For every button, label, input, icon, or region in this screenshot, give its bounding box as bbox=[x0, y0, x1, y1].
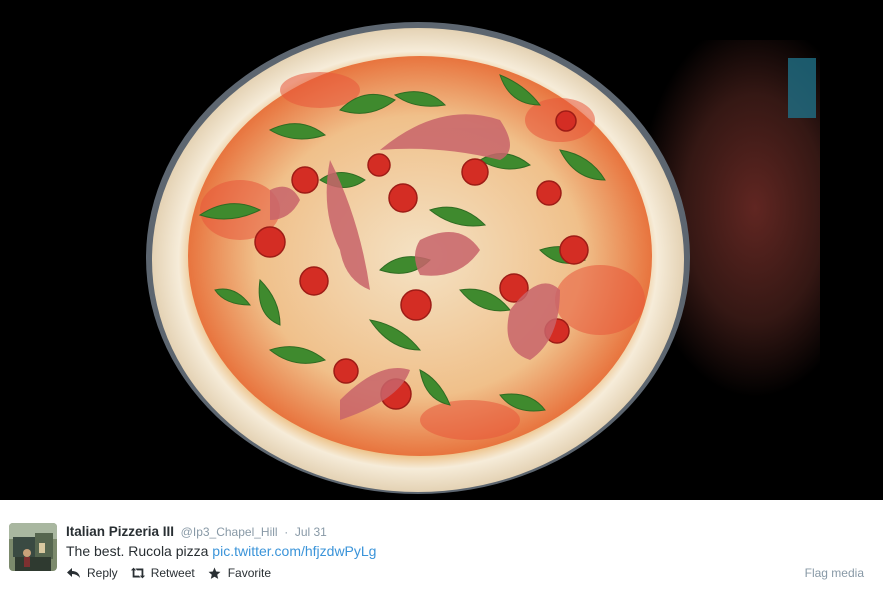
tweet-media-link[interactable]: pic.twitter.com/hfjzdwPyLg bbox=[212, 543, 376, 559]
avatar-image-icon bbox=[9, 523, 57, 571]
tweet-text-body: The best. Rucola pizza bbox=[66, 543, 213, 559]
tweet-header: Italian Pizzeria III @Ip3_Chapel_Hill · … bbox=[66, 523, 327, 541]
tweet-timestamp[interactable]: Jul 31 bbox=[295, 525, 327, 539]
favorite-label: Favorite bbox=[227, 566, 272, 580]
header-separator: · bbox=[284, 525, 289, 539]
reply-icon bbox=[66, 565, 82, 581]
tweet-actions: Reply Retweet Favorite bbox=[66, 564, 283, 582]
star-icon bbox=[207, 565, 223, 581]
retweet-label: Retweet bbox=[150, 566, 195, 580]
retweet-icon bbox=[130, 565, 146, 581]
flag-media-link[interactable]: Flag media bbox=[805, 564, 864, 582]
favorite-button[interactable]: Favorite bbox=[207, 565, 271, 581]
retweet-button[interactable]: Retweet bbox=[130, 565, 195, 581]
tweet-media-photo[interactable] bbox=[0, 0, 883, 500]
pizza-photo bbox=[0, 0, 883, 500]
reply-button[interactable]: Reply bbox=[66, 565, 118, 581]
account-fullname[interactable]: Italian Pizzeria III bbox=[66, 524, 174, 539]
tweet-text: The best. Rucola pizza pic.twitter.com/h… bbox=[66, 541, 376, 561]
reply-label: Reply bbox=[87, 566, 118, 580]
user-avatar[interactable] bbox=[9, 523, 57, 571]
tweet: Italian Pizzeria III @Ip3_Chapel_Hill · … bbox=[0, 500, 883, 594]
account-username[interactable]: @Ip3_Chapel_Hill bbox=[181, 525, 278, 539]
